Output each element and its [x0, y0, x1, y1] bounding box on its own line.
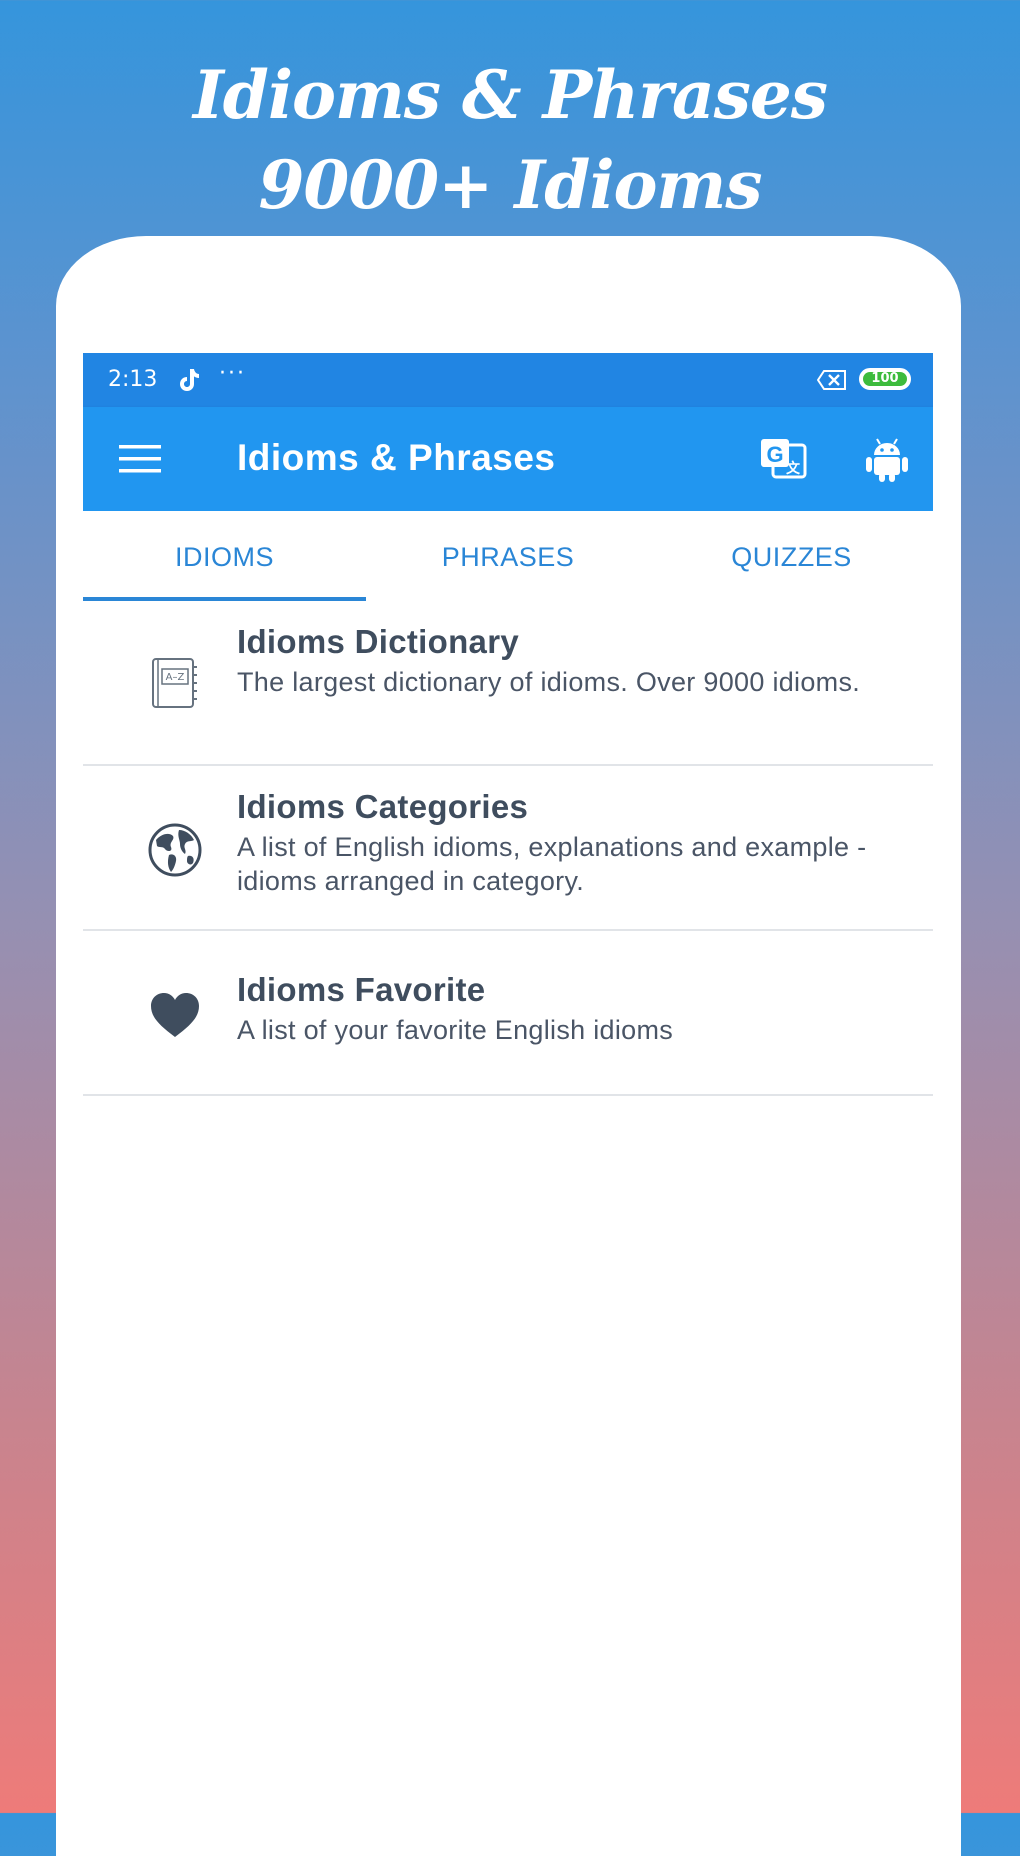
- app-screen: 2:13 ··· 100 Idioms & Phrases G 文 IDIOMS…: [83, 353, 933, 1813]
- item-description: A list of English idioms, explanations a…: [237, 832, 867, 896]
- list-item-idioms-categories[interactable]: Idioms Categories A list of English idio…: [83, 766, 933, 931]
- tiktok-icon: [180, 369, 199, 391]
- item-title: Idioms Categories: [237, 788, 529, 825]
- status-bar: 2:13 ··· 100: [83, 353, 933, 407]
- svg-text:文: 文: [786, 460, 801, 477]
- heart-icon: [151, 993, 199, 1037]
- status-time: 2:13: [108, 367, 158, 392]
- app-title: Idioms & Phrases: [237, 437, 556, 478]
- promo-headline-line1: Idioms & Phrases: [192, 56, 828, 134]
- tab-phrases[interactable]: PHRASES: [366, 511, 650, 603]
- item-title: Idioms Favorite: [237, 971, 486, 1008]
- globe-icon: [148, 823, 202, 877]
- item-description: The largest dictionary of idioms. Over 9…: [237, 667, 861, 697]
- more-dots-icon: ···: [219, 361, 246, 386]
- promo-headline-line2: 9000+ Idioms: [258, 146, 762, 224]
- battery-level: 100: [863, 372, 907, 386]
- svg-text:A–Z: A–Z: [166, 672, 185, 683]
- menu-icon[interactable]: [119, 445, 161, 473]
- list-item-idioms-favorite[interactable]: Idioms Favorite A list of your favorite …: [83, 931, 933, 1096]
- sim-x-icon: [817, 370, 846, 390]
- menu-list: A–Z Idioms Dictionary The largest dictio…: [83, 601, 933, 1096]
- app-bar: Idioms & Phrases G 文: [83, 407, 933, 511]
- list-item-idioms-dictionary[interactable]: A–Z Idioms Dictionary The largest dictio…: [83, 601, 933, 766]
- translate-icon[interactable]: G 文: [759, 437, 807, 479]
- battery-icon: 100: [859, 368, 911, 390]
- tab-quizzes[interactable]: QUIZZES: [650, 511, 933, 603]
- android-icon[interactable]: [863, 435, 911, 483]
- promo-headline: Idioms & Phrases 9000+ Idioms: [0, 50, 1020, 230]
- svg-text:G: G: [766, 442, 783, 467]
- tab-bar: IDIOMS PHRASES QUIZZES: [83, 511, 933, 603]
- item-description: A list of your favorite English idioms: [237, 1015, 674, 1045]
- tab-idioms[interactable]: IDIOMS: [83, 511, 366, 603]
- dictionary-book-icon: A–Z: [152, 658, 197, 708]
- item-title: Idioms Dictionary: [237, 623, 519, 660]
